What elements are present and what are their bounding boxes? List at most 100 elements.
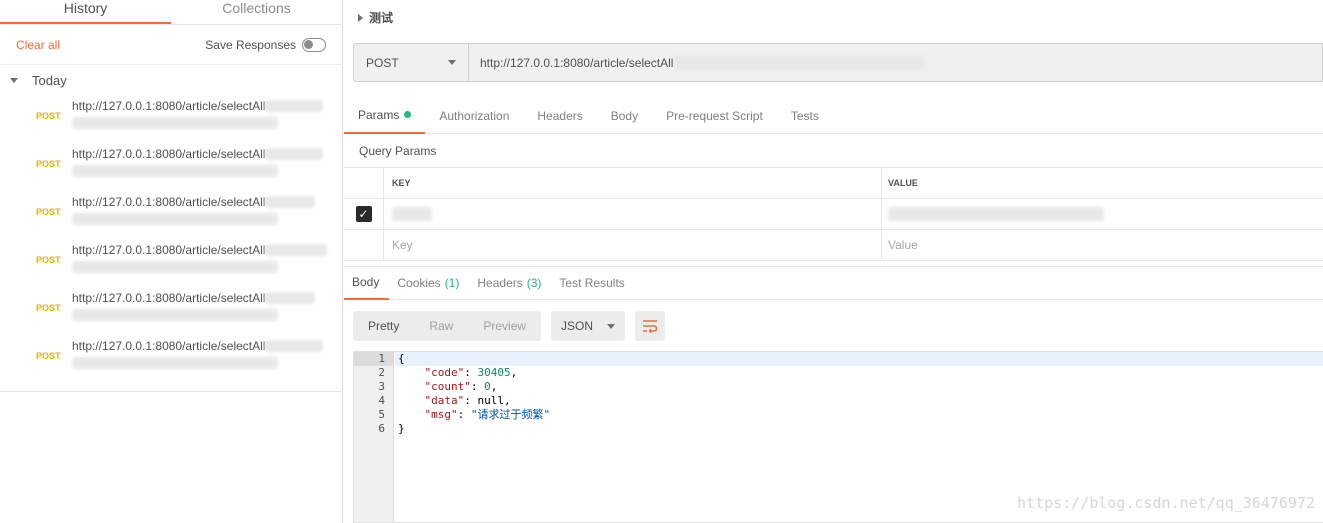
chevron-down-icon <box>448 60 456 65</box>
request-panel: 测试 POST http://127.0.0.1:8080/article/se… <box>344 0 1323 523</box>
history-list: POST http://127.0.0.1:8080/article/selec… <box>0 95 342 392</box>
request-name[interactable]: 测试 <box>344 0 1323 35</box>
tab-authorization[interactable]: Authorization <box>425 98 523 134</box>
clear-all-link[interactable]: Clear all <box>16 38 60 52</box>
save-responses-toggle[interactable] <box>302 37 326 52</box>
tab-params[interactable]: Params <box>344 98 426 134</box>
line-number: 5 <box>378 408 385 421</box>
history-method: POST <box>36 111 61 121</box>
redacted-text <box>72 165 278 177</box>
tab-pre-request-script[interactable]: Pre-request Script <box>652 98 777 134</box>
code-line: { <box>395 352 1323 366</box>
check-cell: ✓ <box>344 199 384 229</box>
request-tabs: Params Authorization Headers Body Pre-re… <box>344 98 1323 134</box>
history-item[interactable]: POST http://127.0.0.1:8080/article/selec… <box>0 287 342 335</box>
url-input[interactable]: http://127.0.0.1:8080/article/selectAll <box>469 43 1323 82</box>
redacted-text <box>72 261 278 273</box>
history-group-today[interactable]: Today <box>0 65 342 95</box>
redacted-text <box>72 357 278 369</box>
tab-headers[interactable]: Headers <box>523 98 596 134</box>
preview-button[interactable]: Preview <box>468 311 541 341</box>
tab-params-label: Params <box>358 107 400 122</box>
url-bar: POST http://127.0.0.1:8080/article/selec… <box>353 43 1323 82</box>
code-line: "code": 30405, <box>424 366 518 379</box>
redacted-text <box>265 292 316 304</box>
response-body-editor[interactable]: 1 2 3 4 5 6 { "code": 30405, "count": 0,… <box>353 351 1323 523</box>
tab-cookies-label: Cookies <box>397 276 441 290</box>
json-key: "count" <box>424 380 471 393</box>
redacted-text <box>72 117 278 129</box>
history-method: POST <box>36 159 61 169</box>
tab-response-headers[interactable]: Headers (3) <box>469 267 551 300</box>
save-responses: Save Responses <box>205 37 326 52</box>
history-method: POST <box>36 207 61 217</box>
history-item[interactable]: POST http://127.0.0.1:8080/article/selec… <box>0 335 342 383</box>
tab-response-body[interactable]: Body <box>344 267 390 300</box>
code-line: "data": null, <box>424 394 511 407</box>
chevron-down-icon <box>607 323 616 329</box>
new-value-input[interactable]: Value <box>882 230 1323 260</box>
redacted-text <box>265 148 324 160</box>
history-item[interactable]: POST http://127.0.0.1:8080/article/selec… <box>0 239 342 287</box>
redacted-text <box>72 213 278 225</box>
history-method: POST <box>36 255 61 265</box>
tab-collections[interactable]: Collections <box>171 0 342 24</box>
history-group-label: Today <box>32 72 67 88</box>
tab-test-results[interactable]: Test Results <box>551 267 634 300</box>
tab-cookies[interactable]: Cookies (1) <box>389 267 469 300</box>
line-number: 2 <box>378 366 385 379</box>
url-value: http://127.0.0.1:8080/article/selectAll <box>480 55 674 70</box>
json-key: "data" <box>424 394 465 407</box>
query-params-title: Query Params <box>359 144 437 158</box>
param-value-input[interactable] <box>882 199 1323 229</box>
table-row: Key Value <box>344 230 1323 261</box>
key-header: KEY <box>384 168 882 198</box>
history-url: http://127.0.0.1:8080/article/selectAll <box>72 243 266 257</box>
tab-history[interactable]: History <box>0 0 171 24</box>
redacted-text <box>265 244 328 256</box>
history-url-block: http://127.0.0.1:8080/article/selectAll <box>72 143 324 177</box>
param-key-input[interactable] <box>384 199 882 229</box>
redacted-text <box>888 207 1104 221</box>
chevron-right-icon <box>358 13 363 22</box>
active-dot-icon <box>404 111 412 118</box>
sidebar-tabs: History Collections <box>0 0 342 25</box>
history-url-block: http://127.0.0.1:8080/article/selectAll <box>72 95 324 129</box>
method-select[interactable]: POST <box>353 43 469 82</box>
history-item[interactable]: POST http://127.0.0.1:8080/article/selec… <box>0 143 342 191</box>
wrap-lines-button[interactable] <box>635 311 666 341</box>
format-value: JSON <box>561 319 594 333</box>
app-window: History Collections Clear all Save Respo… <box>0 0 1323 523</box>
redacted-text <box>265 196 316 208</box>
table-row: ✓ <box>344 199 1323 230</box>
history-url: http://127.0.0.1:8080/article/selectAll <box>72 195 266 209</box>
history-url: http://127.0.0.1:8080/article/selectAll <box>72 339 266 353</box>
check-column-header <box>344 168 384 198</box>
new-key-input[interactable]: Key <box>384 230 882 260</box>
raw-button[interactable]: Raw <box>414 311 468 341</box>
line-gutter: 1 2 3 4 5 6 <box>354 352 394 522</box>
history-url: http://127.0.0.1:8080/article/selectAll <box>72 99 266 113</box>
response-view-bar: Pretty Raw Preview JSON <box>353 311 666 341</box>
history-item[interactable]: POST http://127.0.0.1:8080/article/selec… <box>0 95 342 143</box>
line-number: 1 <box>354 352 393 366</box>
history-method: POST <box>36 303 61 313</box>
code-line: "count": 0, <box>424 380 498 393</box>
param-checkbox[interactable]: ✓ <box>355 206 372 222</box>
format-select[interactable]: JSON <box>551 311 626 341</box>
response-tabs: Body Cookies (1) Headers (3) Test Result… <box>344 266 1323 300</box>
tab-tests[interactable]: Tests <box>777 98 833 134</box>
json-key: "code" <box>424 366 465 379</box>
history-url-block: http://127.0.0.1:8080/article/selectAll <box>72 335 324 369</box>
line-number: 6 <box>378 422 385 435</box>
json-brace: } <box>398 422 405 435</box>
history-item[interactable]: POST http://127.0.0.1:8080/article/selec… <box>0 191 342 239</box>
value-header: VALUE <box>888 178 918 188</box>
redacted-text <box>72 309 278 321</box>
json-brace: { <box>398 352 405 365</box>
save-responses-label: Save Responses <box>205 37 296 52</box>
json-key: "msg" <box>424 408 458 421</box>
tab-body[interactable]: Body <box>597 98 652 134</box>
redacted-text <box>265 340 324 352</box>
pretty-button[interactable]: Pretty <box>353 311 414 341</box>
